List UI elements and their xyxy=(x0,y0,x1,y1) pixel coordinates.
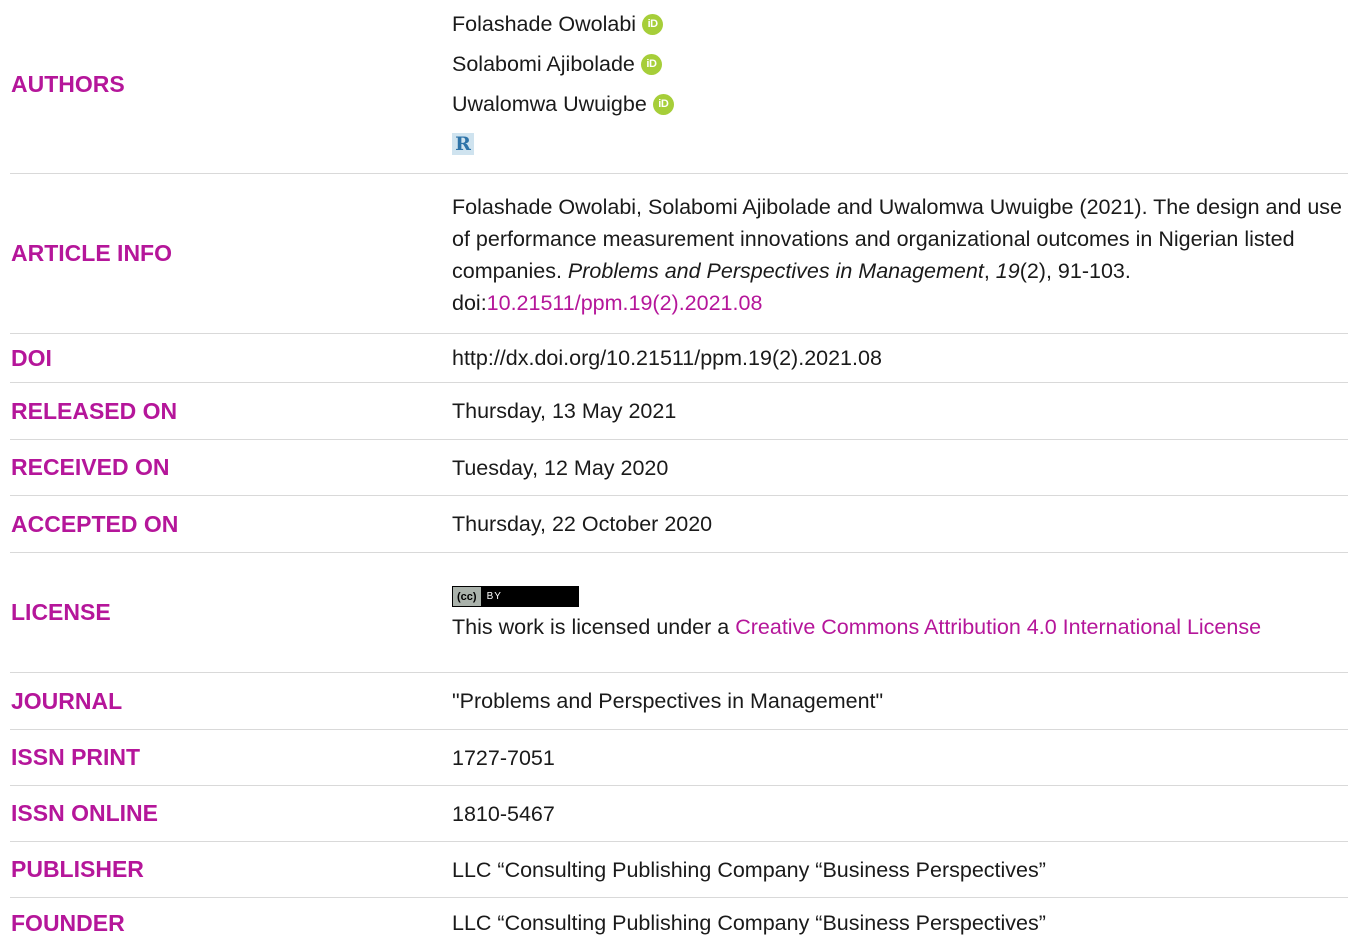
accepted-on-value: Thursday, 22 October 2020 xyxy=(452,512,713,536)
orcid-icon[interactable]: iD xyxy=(642,13,664,35)
author-item: Uwalomwa Uwuigbe iD xyxy=(452,84,1348,124)
doi-value[interactable]: http://dx.doi.org/10.21511/ppm.19(2).202… xyxy=(452,342,1348,374)
founder-value: LLC “Consulting Publishing Company “Busi… xyxy=(452,911,1046,935)
article-info-citation: Folashade Owolabi, Solabomi Ajibolade an… xyxy=(452,189,1348,319)
doi-label: DOI xyxy=(11,344,52,371)
row-founder: FOUNDER LLC “Consulting Publishing Compa… xyxy=(10,898,1348,948)
author-item: Folashade Owolabi iD xyxy=(452,4,1348,44)
researcherid-line: R xyxy=(452,124,1348,164)
issn-online-label: ISSN ONLINE xyxy=(11,800,158,826)
license-content: (cc) BY This work is licensed under a Cr… xyxy=(452,583,1348,643)
license-link[interactable]: Creative Commons Attribution 4.0 Interna… xyxy=(735,615,1261,639)
issn-print-label: ISSN PRINT xyxy=(11,744,141,770)
founder-label: FOUNDER xyxy=(11,909,125,936)
author-name[interactable]: Folashade Owolabi xyxy=(452,8,636,40)
journal-label: JOURNAL xyxy=(11,687,123,714)
citation-journal: Problems and Perspectives in Management xyxy=(567,258,984,283)
citation-volume: 19 xyxy=(995,258,1020,283)
journal-value: "Problems and Perspectives in Management… xyxy=(452,689,884,713)
author-item: Solabomi Ajibolade iD xyxy=(452,44,1348,84)
orcid-icon[interactable]: iD xyxy=(652,93,674,115)
cc-badge-by: BY xyxy=(486,590,502,602)
row-journal: JOURNAL "Problems and Perspectives in Ma… xyxy=(10,673,1348,730)
row-released-on: RELEASED ON Thursday, 13 May 2021 xyxy=(10,383,1348,440)
researcherid-icon[interactable]: R xyxy=(452,133,474,155)
license-text-before: This work is licensed under a xyxy=(452,614,736,639)
row-accepted-on: ACCEPTED ON Thursday, 22 October 2020 xyxy=(10,496,1348,553)
row-publisher: PUBLISHER LLC “Consulting Publishing Com… xyxy=(10,842,1348,898)
row-authors: AUTHORS Folashade Owolabi iD Solabomi Aj… xyxy=(10,0,1348,174)
row-issn-online: ISSN ONLINE 1810-5467 xyxy=(10,786,1348,842)
accepted-on-label: ACCEPTED ON xyxy=(11,510,179,537)
publisher-label: PUBLISHER xyxy=(11,856,144,882)
released-on-value: Thursday, 13 May 2021 xyxy=(452,399,677,423)
cc-by-badge-icon[interactable]: (cc) BY xyxy=(452,586,579,607)
article-info-sheet: AUTHORS Folashade Owolabi iD Solabomi Aj… xyxy=(10,0,1348,948)
row-article-info: ARTICLE INFO Folashade Owolabi, Solabomi… xyxy=(10,174,1348,334)
authors-list: Folashade Owolabi iD Solabomi Ajibolade … xyxy=(452,0,1348,164)
row-issn-print: ISSN PRINT 1727-7051 xyxy=(10,730,1348,786)
citation-doi-link[interactable]: 10.21511/ppm.19(2).2021.08 xyxy=(487,291,763,315)
row-received-on: RECEIVED ON Tuesday, 12 May 2020 xyxy=(10,440,1348,496)
article-info-label: ARTICLE INFO xyxy=(11,240,172,266)
received-on-label: RECEIVED ON xyxy=(11,454,170,480)
publisher-value: LLC “Consulting Publishing Company “Busi… xyxy=(452,857,1046,882)
received-on-value: Tuesday, 12 May 2020 xyxy=(452,455,669,480)
row-doi: DOI http://dx.doi.org/10.21511/ppm.19(2)… xyxy=(10,334,1348,383)
issn-print-value: 1727-7051 xyxy=(452,745,555,770)
license-label: LICENSE xyxy=(11,599,111,625)
citation-comma: , xyxy=(983,258,996,283)
author-name[interactable]: Uwalomwa Uwuigbe xyxy=(452,88,647,120)
authors-label: AUTHORS xyxy=(11,71,125,97)
license-text: This work is licensed under a Creative C… xyxy=(452,611,1348,643)
orcid-icon[interactable]: iD xyxy=(640,53,662,75)
issn-online-value: 1810-5467 xyxy=(452,801,555,826)
row-license: LICENSE (cc) BY This work is licensed un… xyxy=(10,553,1348,673)
author-name[interactable]: Solabomi Ajibolade xyxy=(452,48,635,80)
released-on-label: RELEASED ON xyxy=(11,397,178,424)
cc-badge-cc: (cc) xyxy=(453,587,481,606)
